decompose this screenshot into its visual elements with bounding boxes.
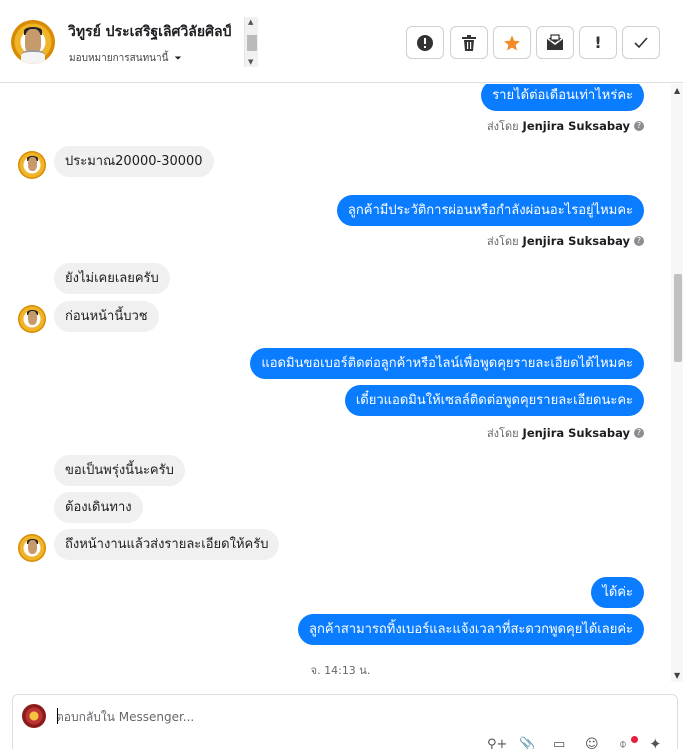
sent-by-label: ส่งโดย Jenjira Suksabay ? bbox=[487, 232, 644, 250]
conversation-header: วิทูรย์ ประเสริฐเลิศวิลัยศิลป์ มอบหมายกา… bbox=[0, 0, 683, 83]
notification-dot bbox=[631, 736, 638, 743]
avatar-face bbox=[28, 311, 37, 325]
trash-icon bbox=[462, 34, 476, 51]
sent-by-prefix: ส่งโดย bbox=[486, 120, 519, 133]
scroll-thumb[interactable] bbox=[247, 35, 257, 51]
agent-name: Jenjira Suksabay bbox=[522, 234, 630, 248]
avatar-face bbox=[28, 540, 37, 554]
help-icon[interactable]: ? bbox=[634, 428, 644, 438]
message-thread[interactable]: รายได้ต่อเดือนเท่าไหร่คะ ส่งโดย Jenjira … bbox=[0, 84, 671, 682]
help-icon[interactable]: ? bbox=[634, 121, 644, 131]
outgoing-message[interactable]: แอดมินขอเบอร์ติดต่อลูกค้าหรือไลน์เพื่อพู… bbox=[250, 348, 644, 379]
scroll-thumb[interactable] bbox=[674, 274, 682, 362]
avatar-face bbox=[28, 157, 37, 171]
contact-avatar-small[interactable] bbox=[18, 534, 46, 562]
scroll-up-icon[interactable]: ▲ bbox=[248, 18, 253, 26]
avatar-shirt bbox=[21, 50, 45, 64]
saved-replies-icon[interactable]: ▭ bbox=[553, 737, 565, 749]
contact-avatar-small[interactable] bbox=[18, 151, 46, 179]
assign-label: มอบหมายการสนทนานี้ bbox=[69, 53, 169, 64]
incoming-message[interactable]: ยังไม่เคยเลยครับ bbox=[54, 263, 170, 294]
agent-name: Jenjira Suksabay bbox=[522, 119, 630, 133]
scroll-down-icon[interactable]: ▼ bbox=[674, 671, 680, 680]
star-button[interactable] bbox=[493, 26, 531, 59]
page-avatar bbox=[22, 704, 46, 728]
sent-by-prefix: ส่งโดย bbox=[486, 235, 519, 248]
star-icon bbox=[504, 35, 520, 50]
outgoing-message[interactable]: ลูกค้ามีประวัติการผ่อนหรือกำลังผ่อนอะไรอ… bbox=[336, 195, 644, 226]
incoming-message[interactable]: ขอเป็นพรุ่งนี้นะครับ bbox=[54, 455, 185, 486]
emoji-icon[interactable]: ☺ bbox=[585, 737, 599, 749]
envelope-icon bbox=[546, 33, 564, 50]
follow-up-button[interactable]: ! bbox=[579, 26, 617, 59]
thread-scrollbar[interactable]: ▲ ▼ bbox=[671, 84, 683, 682]
add-contact-icon[interactable]: ⚲+ bbox=[487, 737, 507, 749]
check-icon bbox=[634, 36, 648, 48]
alert-circle-icon bbox=[417, 34, 433, 51]
contact-avatar-small[interactable] bbox=[18, 305, 46, 333]
delete-button[interactable] bbox=[450, 26, 488, 59]
incoming-message[interactable]: ประมาณ20000-30000 bbox=[54, 146, 214, 177]
scroll-down-icon[interactable]: ▼ bbox=[248, 58, 253, 66]
help-icon[interactable]: ? bbox=[634, 236, 644, 246]
reply-composer: ⚲+ 📎 ▭ ☺ ⌽ ✦ bbox=[12, 694, 678, 749]
sparkle-icon[interactable]: ✦ bbox=[649, 735, 662, 749]
chevron-down-icon: ⏷ bbox=[174, 53, 182, 64]
reply-input[interactable] bbox=[56, 708, 556, 726]
sent-by-prefix: ส่งโดย bbox=[486, 427, 519, 440]
sent-by-label: ส่งโดย Jenjira Suksabay ? bbox=[487, 117, 644, 135]
outgoing-message[interactable]: รายได้ต่อเดือนเท่าไหร่คะ bbox=[481, 84, 644, 111]
header-scrollbar[interactable]: ▲ ▼ bbox=[244, 17, 258, 67]
attachment-icon[interactable]: 📎 bbox=[519, 737, 535, 749]
incoming-message[interactable]: ก่อนหน้านี้บวช bbox=[54, 301, 159, 332]
done-button[interactable] bbox=[622, 26, 660, 59]
spam-button[interactable] bbox=[406, 26, 444, 59]
outgoing-message[interactable]: ได้ค่ะ bbox=[591, 577, 644, 608]
contact-avatar[interactable] bbox=[11, 20, 55, 64]
incoming-message[interactable]: ต้องเดินทาง bbox=[54, 492, 143, 523]
message-timestamp: จ. 14:13 น. bbox=[310, 664, 371, 677]
incoming-message[interactable]: ถึงหน้างานแล้วส่งรายละเอียดให้ครับ bbox=[54, 529, 280, 560]
assign-conversation-dropdown[interactable]: มอบหมายการสนทนานี้ ⏷ bbox=[69, 51, 182, 66]
outgoing-message[interactable]: ลูกค้าสามารถทิ้งเบอร์และแจ้งเวลาที่สะดวก… bbox=[298, 614, 644, 645]
text-cursor bbox=[57, 708, 58, 724]
sent-by-label: ส่งโดย Jenjira Suksabay ? bbox=[487, 424, 644, 442]
agent-name: Jenjira Suksabay bbox=[522, 426, 630, 440]
outgoing-message[interactable]: เดี๋ยวแอดมินให้เซลล์ติดต่อพูดคุยรายละเอี… bbox=[344, 385, 644, 416]
mark-unread-button[interactable] bbox=[536, 26, 574, 59]
automation-icon[interactable]: ⌽ bbox=[619, 737, 627, 749]
scroll-up-icon[interactable]: ▲ bbox=[674, 86, 680, 95]
exclamation-icon: ! bbox=[594, 33, 602, 52]
contact-name[interactable]: วิทูรย์ ประเสริฐเลิศวิลัยศิลป์ bbox=[68, 21, 244, 43]
